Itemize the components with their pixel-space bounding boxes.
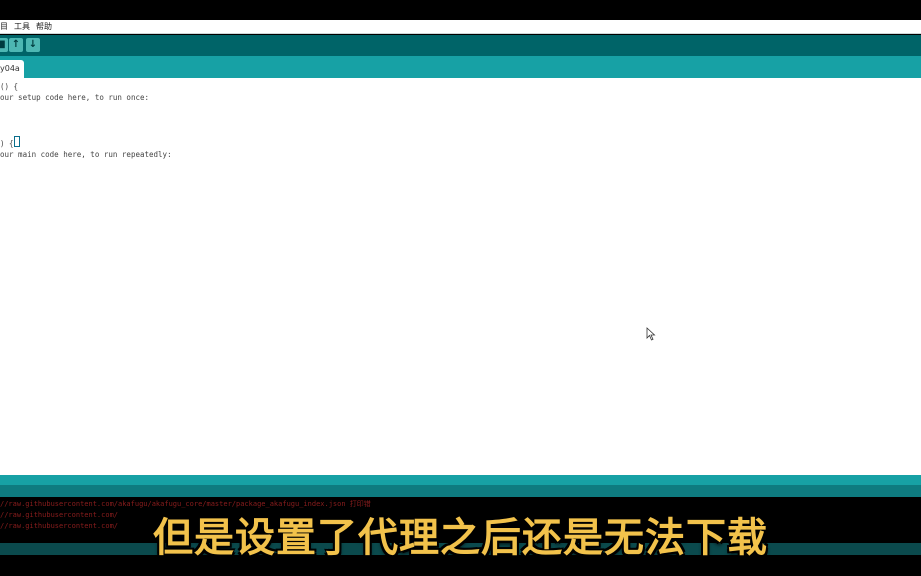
- code-editor[interactable]: () { our setup code here, to run once: )…: [0, 78, 921, 475]
- menu-item-sketch[interactable]: 目: [0, 21, 8, 32]
- open-file-icon: ↑: [11, 39, 21, 50]
- toolbar: ■ ↑ ↓: [0, 35, 921, 56]
- open-file-button[interactable]: ↑: [9, 38, 23, 52]
- save-file-button[interactable]: ↓: [26, 38, 40, 52]
- tab-sketch[interactable]: y04a: [0, 60, 24, 78]
- text-caret: [13, 136, 20, 147]
- tab-strip: y04a: [0, 56, 921, 78]
- code-line-setup-comment: our setup code here, to run once:: [0, 93, 150, 102]
- console-status-bar: [0, 485, 921, 497]
- video-subtitle: 但是设置了代理之后还是无法下载: [153, 515, 768, 561]
- new-file-button[interactable]: ■: [0, 38, 8, 52]
- top-letterbox: [0, 0, 921, 20]
- code-line-setup-signature: () {: [0, 82, 19, 91]
- tab-label: y04a: [0, 64, 20, 73]
- code-line-loop-comment: our main code here, to run repeatedly:: [0, 150, 172, 159]
- code-text: () { our setup code here, to run once: )…: [0, 81, 172, 160]
- editor-console-divider[interactable]: [0, 475, 921, 485]
- menu-item-tools[interactable]: 工具: [14, 21, 30, 32]
- menu-item-help[interactable]: 帮助: [36, 21, 52, 32]
- save-file-icon: ↓: [28, 39, 38, 50]
- menu-bar: 目 工具 帮助: [0, 20, 921, 34]
- new-file-icon: ■: [0, 39, 6, 50]
- code-line-loop-signature: ) {: [0, 139, 14, 148]
